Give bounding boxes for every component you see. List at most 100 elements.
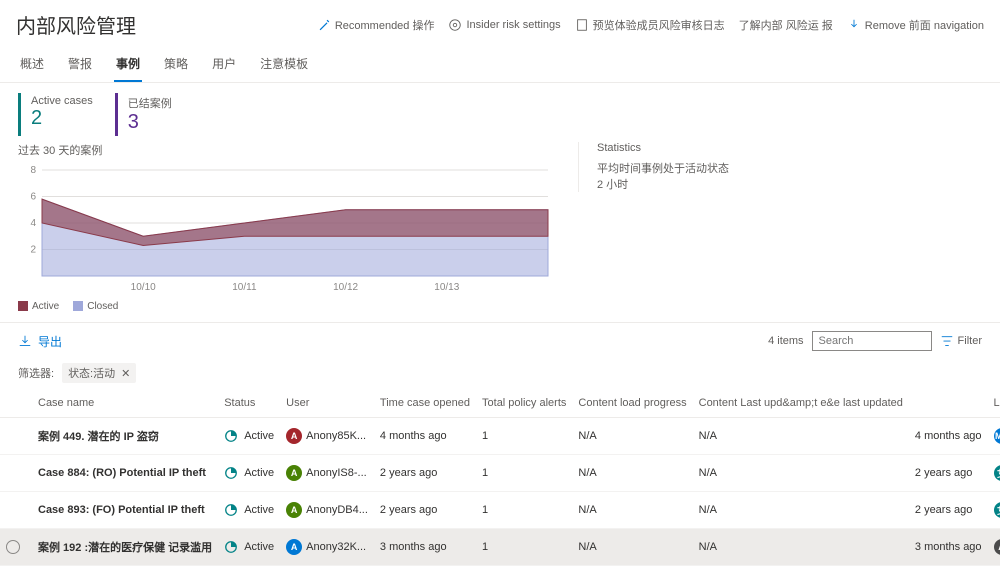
stat-closed-label: 已结案例: [128, 95, 172, 111]
audit-label: 预览体验成员风险审核日志: [593, 17, 725, 33]
cases-chart: 246810/1010/1110/1210/13: [18, 164, 558, 294]
col-user[interactable]: User: [280, 389, 374, 418]
last-upd-text: 3 months ago: [909, 529, 988, 566]
tab-0[interactable]: 概述: [18, 47, 46, 82]
status-active-icon: [224, 466, 238, 480]
col-opened[interactable]: Time case opened: [374, 389, 476, 418]
stat-closed-cases[interactable]: 已结案例 3: [115, 93, 182, 136]
stat-active-label: Active cases: [31, 95, 93, 107]
col-upd-by[interactable]: Last updated by: [988, 389, 1000, 418]
user-name: AnonyIS8-...: [306, 467, 367, 479]
col-case-name[interactable]: Case name: [32, 389, 218, 418]
svg-text:10/13: 10/13: [434, 282, 459, 293]
insider-risk-settings-link[interactable]: Insider risk settings: [448, 18, 560, 32]
filter-button[interactable]: Filter: [940, 334, 982, 348]
updater-avatar-icon: 艾: [994, 465, 1000, 481]
tab-3[interactable]: 策略: [162, 47, 190, 82]
user-name: Anony32K...: [306, 541, 366, 553]
statistics-line1: 平均时间事例处于活动状态: [597, 160, 982, 176]
filter-chip-status[interactable]: 状态:活动 ✕: [62, 363, 136, 383]
content-text: N/A: [693, 529, 909, 566]
alerts-text: 1: [476, 529, 572, 566]
wand-icon: [317, 18, 331, 32]
case-name[interactable]: 案例 449. 潜在的 IP 盗窃: [32, 418, 218, 455]
learn-link[interactable]: 了解内部 风险运 报: [739, 17, 833, 33]
learn-label: 了解内部 风险运 报: [739, 17, 833, 33]
alerts-text: 1: [476, 455, 572, 492]
progress-text: N/A: [572, 455, 692, 492]
filter-chip-text: 状态:活动: [68, 365, 115, 381]
stat-active-cases[interactable]: Active cases 2: [18, 93, 103, 136]
user-avatar-icon: A: [286, 465, 302, 481]
stat-active-value: 2: [31, 107, 93, 130]
page-title: 内部风险管理: [16, 10, 136, 39]
remove-nav-link[interactable]: Remove 前面 navigation: [847, 17, 984, 33]
opened-text: 2 years ago: [374, 492, 476, 529]
opened-text: 2 years ago: [374, 455, 476, 492]
user-avatar-icon: A: [286, 502, 302, 518]
last-upd-text: 2 years ago: [909, 455, 988, 492]
opened-text: 3 months ago: [374, 529, 476, 566]
legend-item: Active: [18, 301, 59, 312]
table-row[interactable]: 案例 449. 潜在的 IP 盗窃ActiveAAnony85K...4 mon…: [0, 418, 1000, 455]
progress-text: N/A: [572, 418, 692, 455]
tab-4[interactable]: 用户: [210, 47, 238, 82]
table-row[interactable]: 案例 192 :潜在的医疗保健 记录滥用 Active A Anony32K... 3 …: [0, 529, 1000, 566]
svg-text:4: 4: [30, 218, 36, 229]
filters-label: 筛选器:: [18, 365, 54, 381]
tab-2[interactable]: 事例: [114, 47, 142, 82]
svg-text:2: 2: [30, 245, 36, 256]
svg-text:10/11: 10/11: [232, 282, 257, 293]
updater-avatar-icon: MT: [994, 428, 1000, 444]
status-text: Active: [244, 430, 274, 442]
status-text: Active: [244, 467, 274, 479]
filter-label: Filter: [958, 335, 982, 347]
updater-avatar-icon: 艾: [994, 502, 1000, 518]
chart-legend: Active Closed: [18, 301, 558, 312]
cases-table: Case name Status User Time case opened T…: [0, 389, 1000, 566]
status-text: Active: [244, 541, 274, 553]
case-name[interactable]: Case 893: (FO) Potential IP theft: [32, 492, 218, 529]
progress-text: N/A: [572, 492, 692, 529]
close-icon[interactable]: ✕: [121, 367, 130, 380]
table-row[interactable]: Case 884: (RO) Potential IP theft Active A…: [0, 455, 1000, 492]
col-status[interactable]: Status: [218, 389, 280, 418]
gear-icon: [448, 18, 462, 32]
user-avatar-icon: A: [286, 428, 302, 444]
case-name[interactable]: 案例 192 :潜在的医疗保健 记录滥用: [32, 529, 218, 566]
last-upd-text: 2 years ago: [909, 492, 988, 529]
remove-label: Remove 前面 navigation: [865, 17, 984, 33]
svg-text:6: 6: [30, 192, 36, 203]
legend-item: Closed: [73, 301, 118, 312]
opened-text: 4 months ago: [374, 418, 476, 455]
audit-log-link[interactable]: 预览体验成员风险审核日志: [575, 17, 725, 33]
svg-text:10/10: 10/10: [131, 282, 156, 293]
content-text: N/A: [693, 492, 909, 529]
export-button[interactable]: 导出: [18, 333, 62, 350]
col-progress[interactable]: Content load progress: [572, 389, 692, 418]
items-count: 4 items: [768, 335, 803, 347]
download-icon: [18, 334, 32, 348]
statistics-heading: Statistics: [597, 142, 982, 154]
status-active-icon: [224, 429, 238, 443]
alerts-text: 1: [476, 418, 572, 455]
progress-text: N/A: [572, 529, 692, 566]
status-active-icon: [224, 503, 238, 517]
tab-1[interactable]: 警报: [66, 47, 94, 82]
col-alerts[interactable]: Total policy alerts: [476, 389, 572, 418]
case-name[interactable]: Case 884: (RO) Potential IP theft: [32, 455, 218, 492]
recommended-label: Recommended 操作: [335, 17, 435, 33]
col-last-upd[interactable]: Content Last upd&amp;t e&e last updated: [693, 389, 909, 418]
recommended-actions-link[interactable]: Recommended 操作: [317, 17, 435, 33]
document-icon: [575, 18, 589, 32]
table-row[interactable]: Case 893: (FO) Potential IP theft Active A…: [0, 492, 1000, 529]
settings-label: Insider risk settings: [466, 19, 560, 31]
updater-avatar-icon: A: [994, 539, 1000, 555]
export-label: 导出: [38, 333, 62, 350]
tab-5[interactable]: 注意模板: [258, 47, 310, 82]
status-text: Active: [244, 504, 274, 516]
chart-title: 过去 30 天的案例: [18, 142, 558, 158]
search-input[interactable]: [812, 331, 932, 351]
content-text: N/A: [693, 455, 909, 492]
user-name: AnonyDB4...: [306, 504, 368, 516]
